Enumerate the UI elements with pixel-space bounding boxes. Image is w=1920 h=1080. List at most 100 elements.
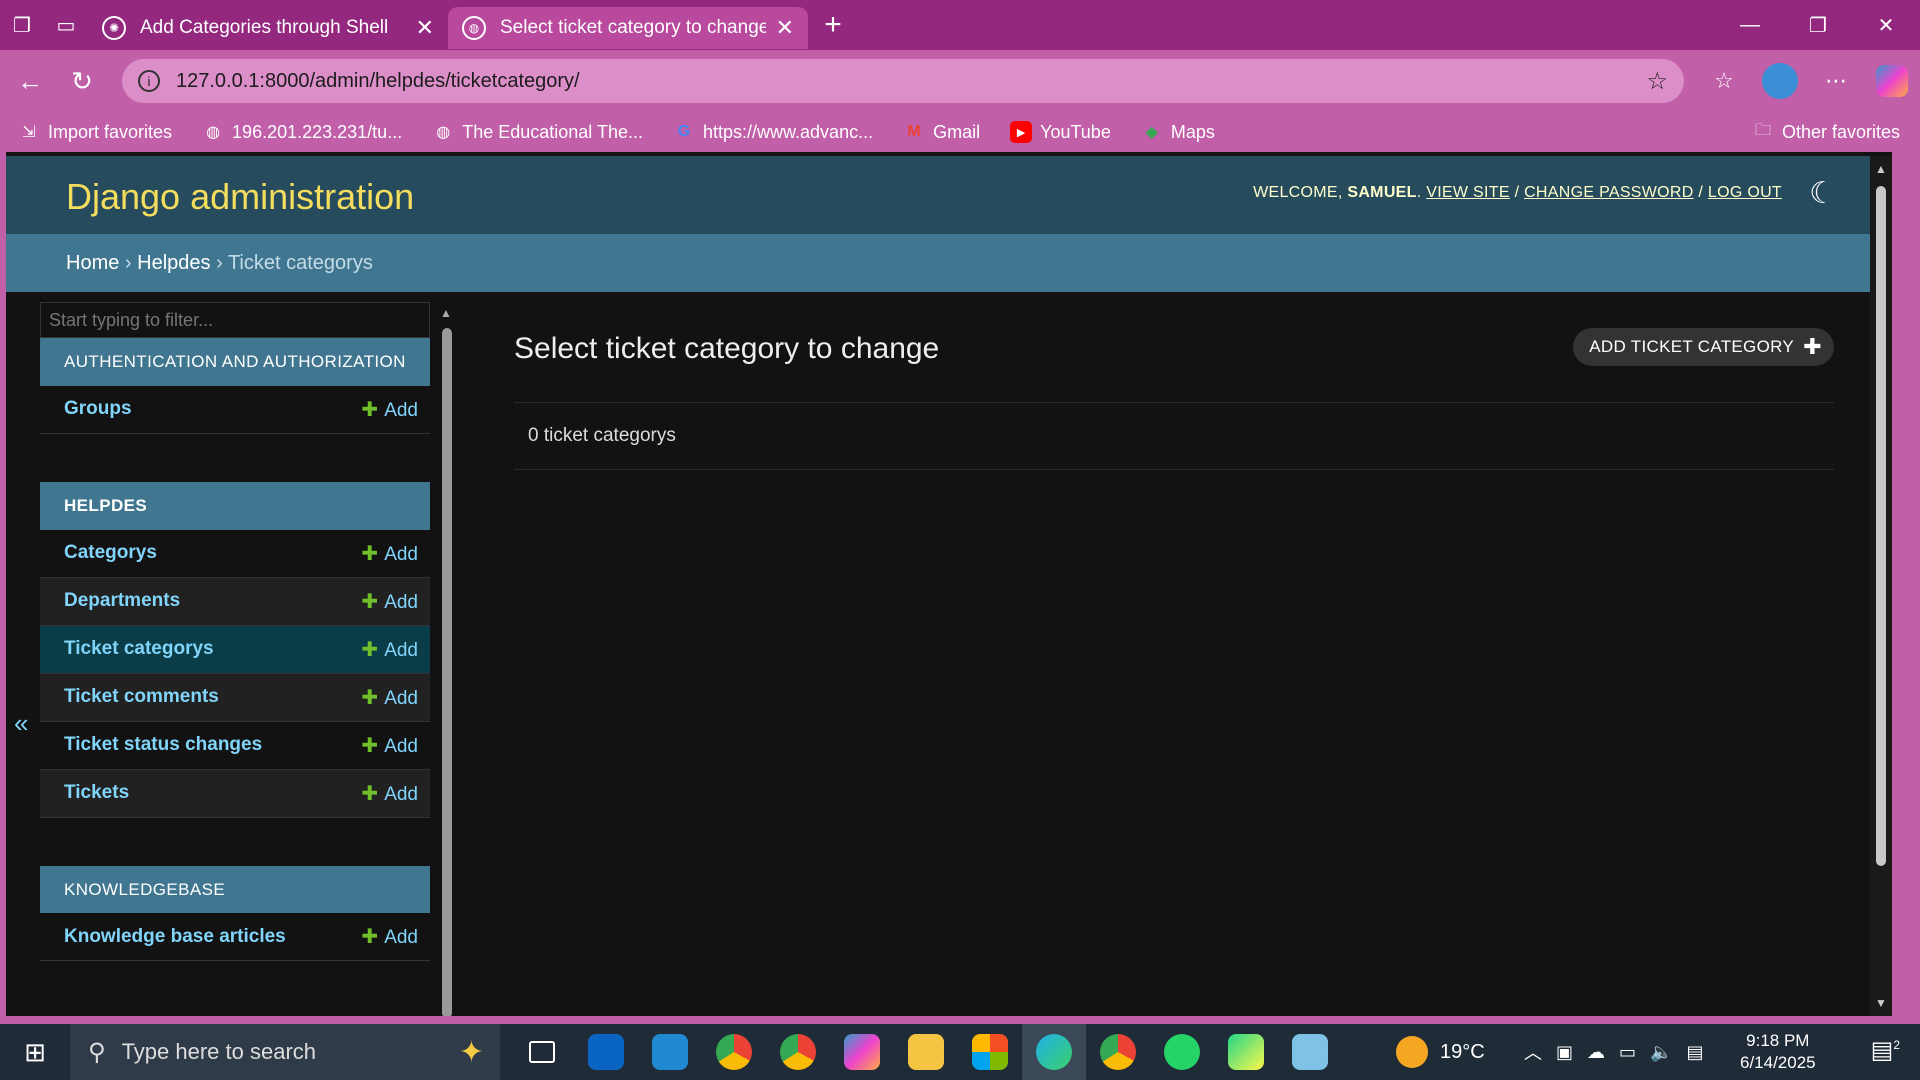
star-icon[interactable]: ☆: [1646, 67, 1668, 96]
close-tab-icon[interactable]: ✕: [776, 15, 794, 41]
breadcrumb-home[interactable]: Home: [66, 252, 119, 274]
collapse-sidebar-icon[interactable]: «: [14, 708, 28, 739]
fav-other[interactable]: 🗀 Other favorites: [1752, 121, 1900, 143]
sidebar-item-tickets[interactable]: Tickets ✚ Add: [40, 769, 430, 818]
add-link[interactable]: ✚ Add: [361, 924, 418, 949]
add-link[interactable]: ✚ Add: [361, 589, 418, 614]
add-link[interactable]: ✚ Add: [361, 397, 418, 422]
fav-educational[interactable]: ◍ The Educational The...: [432, 121, 643, 143]
profile-avatar[interactable]: [1762, 63, 1798, 99]
plus-icon: ✚: [361, 638, 379, 661]
module-helpdes-header[interactable]: HELPDES: [40, 481, 430, 530]
add-link[interactable]: ✚ Add: [361, 637, 418, 662]
chrome-app[interactable]: [702, 1024, 766, 1080]
close-window-icon[interactable]: ✕: [1852, 0, 1920, 50]
taskbar-search[interactable]: ⚲ Type here to search ✦: [70, 1024, 500, 1080]
google-icon: G: [677, 123, 691, 140]
weather-widget[interactable]: 19°C: [1396, 1024, 1485, 1080]
tab-add-categories[interactable]: ✺ Add Categories through Shell ✕: [88, 7, 448, 49]
site-brand[interactable]: Django administration: [66, 176, 414, 218]
theme-toggle-moon-icon[interactable]: ☾: [1809, 176, 1836, 211]
file-explorer-app[interactable]: [894, 1024, 958, 1080]
edge-app[interactable]: [1022, 1024, 1086, 1080]
scroll-down-icon[interactable]: ▼: [1875, 996, 1887, 1010]
refresh-icon[interactable]: ↻: [60, 59, 104, 103]
tab-select-ticket-category[interactable]: ◍ Select ticket category to change | ✕: [448, 7, 808, 49]
site-info-icon[interactable]: i: [138, 70, 160, 92]
back-icon[interactable]: ←: [8, 59, 52, 103]
volume-icon[interactable]: 🔈: [1650, 1042, 1672, 1063]
fav-gmail[interactable]: M Gmail: [903, 121, 980, 143]
taskbar-clock[interactable]: 9:18 PM 6/14/2025: [1740, 1030, 1816, 1074]
windows-start-icon[interactable]: ⊞: [0, 1024, 70, 1080]
meet-icon[interactable]: ▣: [1556, 1042, 1573, 1063]
more-icon[interactable]: ⋯: [1808, 68, 1864, 94]
onedrive-icon[interactable]: ☁: [1587, 1042, 1605, 1063]
change-password-link[interactable]: CHANGE PASSWORD: [1524, 184, 1694, 201]
log-out-link[interactable]: LOG OUT: [1708, 184, 1782, 201]
network-icon[interactable]: ▤: [1686, 1042, 1703, 1063]
outlook-app[interactable]: [574, 1024, 638, 1080]
fav-advanc[interactable]: Ghttps://www.advanc...: [673, 121, 873, 143]
add-link[interactable]: ✚ Add: [361, 733, 418, 758]
fav-maps[interactable]: ◆ Maps: [1141, 121, 1215, 143]
new-tab-button[interactable]: +: [808, 8, 858, 42]
fav-youtube[interactable]: ▶ YouTube: [1010, 121, 1111, 143]
main-content: Select ticket category to change ADD TIC…: [514, 302, 1834, 470]
battery-icon[interactable]: ▭: [1619, 1042, 1636, 1063]
notes-app[interactable]: [1278, 1024, 1342, 1080]
scroll-up-icon[interactable]: ▲: [1875, 162, 1887, 176]
chrome-profile-app[interactable]: [766, 1024, 830, 1080]
add-link[interactable]: ✚ Add: [361, 781, 418, 806]
django-header: Django administration WELCOME, SAMUEL. V…: [6, 156, 1892, 234]
fav-import[interactable]: ⇲ Import favorites: [18, 121, 172, 143]
page-scroll-thumb[interactable]: [1876, 186, 1886, 866]
tab-actions-icon[interactable]: ▭: [44, 0, 88, 50]
notifications-icon[interactable]: ▤2: [1871, 1036, 1900, 1065]
nav-filter-input[interactable]: [40, 302, 430, 338]
module-knowledgebase-header[interactable]: KNOWLEDGEBASE: [40, 865, 430, 914]
plus-icon: ✚: [361, 542, 379, 565]
fav-ip[interactable]: ◍ 196.201.223.231/tu...: [202, 121, 402, 143]
page-scrollbar[interactable]: ▲ ▼: [1870, 156, 1892, 1016]
sidebar-scroll-thumb[interactable]: [442, 328, 452, 1016]
scroll-up-icon[interactable]: ▲: [440, 306, 452, 320]
sidebar-item-ticket-categorys[interactable]: Ticket categorys ✚ Add: [40, 625, 430, 674]
pycharm-app[interactable]: [1214, 1024, 1278, 1080]
globe-icon: ◍: [462, 16, 486, 40]
breadcrumb-helpdes[interactable]: Helpdes: [137, 252, 210, 274]
restore-icon[interactable]: ❐: [1784, 0, 1852, 50]
close-tab-icon[interactable]: ✕: [416, 15, 434, 41]
sidebar-item-ticket-comments[interactable]: Ticket comments ✚ Add: [40, 673, 430, 722]
favorites-icon[interactable]: ☆: [1696, 68, 1752, 94]
sidebar-item-categorys[interactable]: Categorys ✚ Add: [40, 530, 430, 578]
gmail-icon: M: [907, 123, 921, 140]
sidebar-scrollbar[interactable]: ▲: [440, 302, 452, 1016]
add-link[interactable]: ✚ Add: [361, 541, 418, 566]
whatsapp-app[interactable]: [1150, 1024, 1214, 1080]
chevron-up-icon[interactable]: ︿: [1524, 1039, 1542, 1065]
sidebar-item-knowledge-base-articles[interactable]: Knowledge base articles ✚ Add: [40, 913, 430, 962]
module-auth-header[interactable]: AUTHENTICATION AND AUTHORIZATION: [40, 338, 430, 386]
chrome-icon: [1100, 1034, 1136, 1070]
vscode-app[interactable]: [638, 1024, 702, 1080]
url-field[interactable]: i 127.0.0.1:8000/admin/helpdes/ticketcat…: [122, 59, 1684, 103]
outlook-icon: [588, 1034, 624, 1070]
tab-title: Select ticket category to change |: [500, 17, 766, 38]
weather-icon: [1396, 1036, 1428, 1068]
chrome-app-2[interactable]: [1086, 1024, 1150, 1080]
copilot-icon[interactable]: [1876, 65, 1908, 97]
sidebar-item-groups[interactable]: Groups ✚ Add: [40, 386, 430, 434]
add-ticket-category-button[interactable]: ADD TICKET CATEGORY ✚: [1573, 328, 1834, 366]
sidebar-item-departments[interactable]: Departments ✚ Add: [40, 577, 430, 626]
minimize-icon[interactable]: —: [1716, 0, 1784, 50]
add-link[interactable]: ✚ Add: [361, 685, 418, 710]
import-icon: ⇲: [22, 124, 36, 141]
sidebar-item-ticket-status-changes[interactable]: Ticket status changes ✚ Add: [40, 722, 430, 770]
store-app[interactable]: [958, 1024, 1022, 1080]
view-site-link[interactable]: VIEW SITE: [1426, 184, 1510, 201]
plus-icon: ✚: [361, 926, 379, 949]
workspaces-icon[interactable]: ❐: [0, 0, 44, 50]
copilot-app[interactable]: [830, 1024, 894, 1080]
task-view-app[interactable]: [510, 1024, 574, 1080]
